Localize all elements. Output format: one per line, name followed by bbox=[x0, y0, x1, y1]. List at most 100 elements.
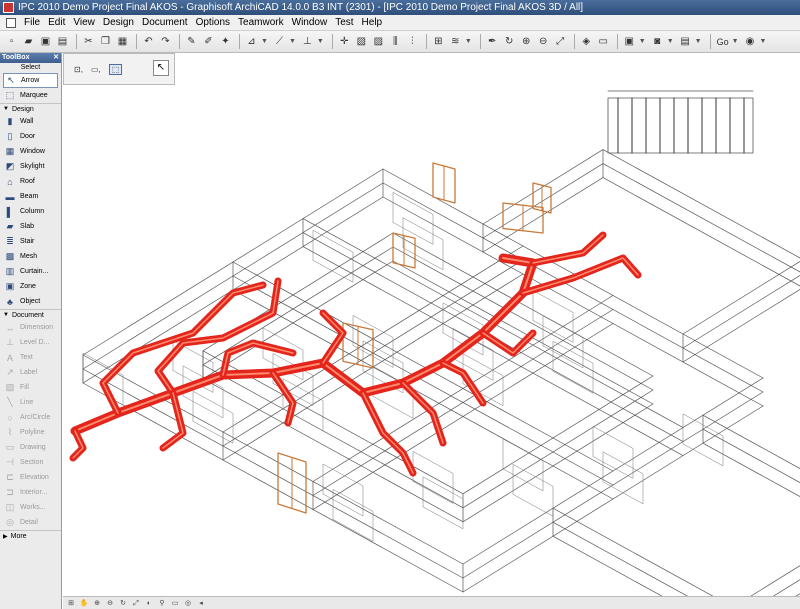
orbit-icon[interactable]: ↻ bbox=[118, 599, 128, 608]
tool-skylight[interactable]: ◩ Skylight bbox=[0, 159, 61, 174]
fit-window-icon[interactable]: ⤢ bbox=[553, 34, 568, 49]
zoom-out-icon[interactable]: ⊖ bbox=[105, 599, 115, 608]
copy-icon[interactable]: ❐ bbox=[98, 34, 113, 49]
chevron-down-icon[interactable]: ▼ bbox=[695, 38, 702, 45]
camera-icon[interactable]: ▭ bbox=[170, 599, 180, 608]
tool-label[interactable]: ↗ Label bbox=[0, 365, 61, 380]
redo-icon[interactable]: ↷ bbox=[158, 34, 173, 49]
explore-icon[interactable]: ◐ bbox=[144, 599, 154, 608]
tool-detail[interactable]: ◎ Detail bbox=[0, 515, 61, 530]
tool-curtain-wall[interactable]: ▥ Curtain... bbox=[0, 264, 61, 279]
walk-icon[interactable]: ⚲ bbox=[157, 599, 167, 608]
navigate-icon[interactable]: ⊞ bbox=[66, 599, 76, 608]
menu-document[interactable]: Document bbox=[138, 15, 192, 31]
tool-interior-elevation[interactable]: ⊐ Interior... bbox=[0, 485, 61, 500]
print-icon[interactable]: ▤ bbox=[55, 34, 70, 49]
tool-object[interactable]: ♣ Object bbox=[0, 294, 61, 309]
eyedropper-icon[interactable]: ✎ bbox=[184, 34, 199, 49]
tool-section[interactable]: ⊣ Section bbox=[0, 455, 61, 470]
geometry-method-icon[interactable]: ⊿ bbox=[244, 34, 259, 49]
menu-edit[interactable]: Edit bbox=[44, 15, 69, 31]
go-button[interactable]: Go bbox=[717, 37, 729, 47]
layers-icon[interactable]: ≋ bbox=[448, 34, 463, 49]
scroll-left-icon[interactable]: ◂ bbox=[196, 599, 206, 608]
3d-view-canvas[interactable] bbox=[63, 53, 800, 596]
menu-design[interactable]: Design bbox=[99, 15, 138, 31]
align-icon[interactable]: ⫼ bbox=[388, 34, 403, 49]
chevron-down-icon[interactable]: ▼ bbox=[317, 38, 324, 45]
open-folder-icon[interactable]: ▰ bbox=[21, 34, 36, 49]
more-group-header[interactable]: ▶ More bbox=[0, 530, 61, 541]
toolbox-title-bar[interactable]: ToolBox ✕ bbox=[0, 53, 61, 63]
rotated-select-icon[interactable]: ⬚ bbox=[108, 63, 123, 75]
grid-snap-icon[interactable]: ⊞ bbox=[431, 34, 446, 49]
menu-help[interactable]: Help bbox=[358, 15, 387, 31]
cut-icon[interactable]: ✂ bbox=[81, 34, 96, 49]
chevron-down-icon[interactable]: ▼ bbox=[261, 38, 268, 45]
tool-worksheet[interactable]: ◫ Works... bbox=[0, 500, 61, 515]
rect-select-icon[interactable]: ▭, bbox=[91, 65, 101, 74]
tool-marquee[interactable]: ⬚ Marquee bbox=[0, 88, 61, 103]
trace-icon[interactable]: ⟋ bbox=[272, 34, 287, 49]
tool-line[interactable]: ╲ Line bbox=[0, 395, 61, 410]
menu-options[interactable]: Options bbox=[192, 15, 234, 31]
tool-stair[interactable]: ≣ Stair bbox=[0, 234, 61, 249]
gravity-icon[interactable]: ⊥ bbox=[300, 34, 315, 49]
tool-slab[interactable]: ▰ Slab bbox=[0, 219, 61, 234]
chevron-down-icon[interactable]: ▼ bbox=[732, 38, 739, 45]
paste-icon[interactable]: ▦ bbox=[115, 34, 130, 49]
tool-drawing[interactable]: ▭ Drawing bbox=[0, 440, 61, 455]
tool-beam[interactable]: ▬ Beam bbox=[0, 189, 61, 204]
view-settings-icon[interactable]: ▤ bbox=[678, 34, 693, 49]
chevron-down-icon[interactable]: ▼ bbox=[667, 38, 674, 45]
navigator-eye-icon[interactable]: ◉ bbox=[743, 34, 758, 49]
menu-window[interactable]: Window bbox=[288, 15, 332, 31]
tool-dimension[interactable]: ↔ Dimension bbox=[0, 320, 61, 335]
save-icon[interactable]: ▣ bbox=[38, 34, 53, 49]
tool-level-dimension[interactable]: ⊥ Level D... bbox=[0, 335, 61, 350]
tool-zone[interactable]: ▣ Zone bbox=[0, 279, 61, 294]
tool-polyline[interactable]: ⌇ Polyline bbox=[0, 425, 61, 440]
group-icon[interactable]: ▧ bbox=[354, 34, 369, 49]
distribute-icon[interactable]: ⫶ bbox=[405, 34, 420, 49]
tool-arrow[interactable]: ↖ Arrow bbox=[3, 73, 58, 88]
undo-icon[interactable]: ↶ bbox=[141, 34, 156, 49]
tool-wall[interactable]: ▮ Wall bbox=[0, 114, 61, 129]
pen-icon[interactable]: ✒ bbox=[485, 34, 500, 49]
move-icon[interactable]: ✛ bbox=[337, 34, 352, 49]
menu-teamwork[interactable]: Teamwork bbox=[234, 15, 288, 31]
menu-view[interactable]: View bbox=[69, 15, 99, 31]
3d-window-icon[interactable]: ◈ bbox=[579, 34, 594, 49]
single-select-icon[interactable]: ⊡, bbox=[74, 65, 83, 74]
tool-text[interactable]: A Text bbox=[0, 350, 61, 365]
tool-elevation[interactable]: ⊏ Elevation bbox=[0, 470, 61, 485]
syringe-icon[interactable]: ✐ bbox=[201, 34, 216, 49]
tool-column[interactable]: ▌ Column bbox=[0, 204, 61, 219]
magic-wand-icon[interactable]: ✦ bbox=[218, 34, 233, 49]
tool-fill[interactable]: ▨ Fill bbox=[0, 380, 61, 395]
menu-file[interactable]: File bbox=[20, 15, 44, 31]
render-icon[interactable]: ◙ bbox=[650, 34, 665, 49]
chevron-down-icon[interactable]: ▼ bbox=[465, 38, 472, 45]
new-file-icon[interactable]: ▫ bbox=[4, 34, 19, 49]
monitor-icon[interactable]: ▣ bbox=[622, 34, 637, 49]
tool-window[interactable]: ▦ Window bbox=[0, 144, 61, 159]
chevron-down-icon[interactable]: ▼ bbox=[760, 38, 767, 45]
design-group-header[interactable]: ▼ Design bbox=[0, 103, 61, 114]
chevron-down-icon[interactable]: ▼ bbox=[639, 38, 646, 45]
fit-icon[interactable]: ⤢ bbox=[131, 599, 141, 608]
close-icon[interactable]: ✕ bbox=[53, 53, 59, 63]
tool-mesh[interactable]: ▩ Mesh bbox=[0, 249, 61, 264]
chevron-down-icon[interactable]: ▼ bbox=[289, 38, 296, 45]
arrow-cursor-icon[interactable]: ↖ bbox=[153, 60, 169, 76]
zoom-icon[interactable]: ⊕ bbox=[92, 599, 102, 608]
document-group-header[interactable]: ▼ Document bbox=[0, 309, 61, 320]
document-icon[interactable] bbox=[6, 17, 16, 28]
pan-icon[interactable]: ✋ bbox=[79, 599, 89, 608]
zoom-out-icon[interactable]: ⊖ bbox=[536, 34, 551, 49]
target-icon[interactable]: ◎ bbox=[183, 599, 193, 608]
suspend-groups-icon[interactable]: ▨ bbox=[371, 34, 386, 49]
orbit-icon[interactable]: ↻ bbox=[502, 34, 517, 49]
tool-door[interactable]: ▯ Door bbox=[0, 129, 61, 144]
floor-plan-icon[interactable]: ▭ bbox=[596, 34, 611, 49]
